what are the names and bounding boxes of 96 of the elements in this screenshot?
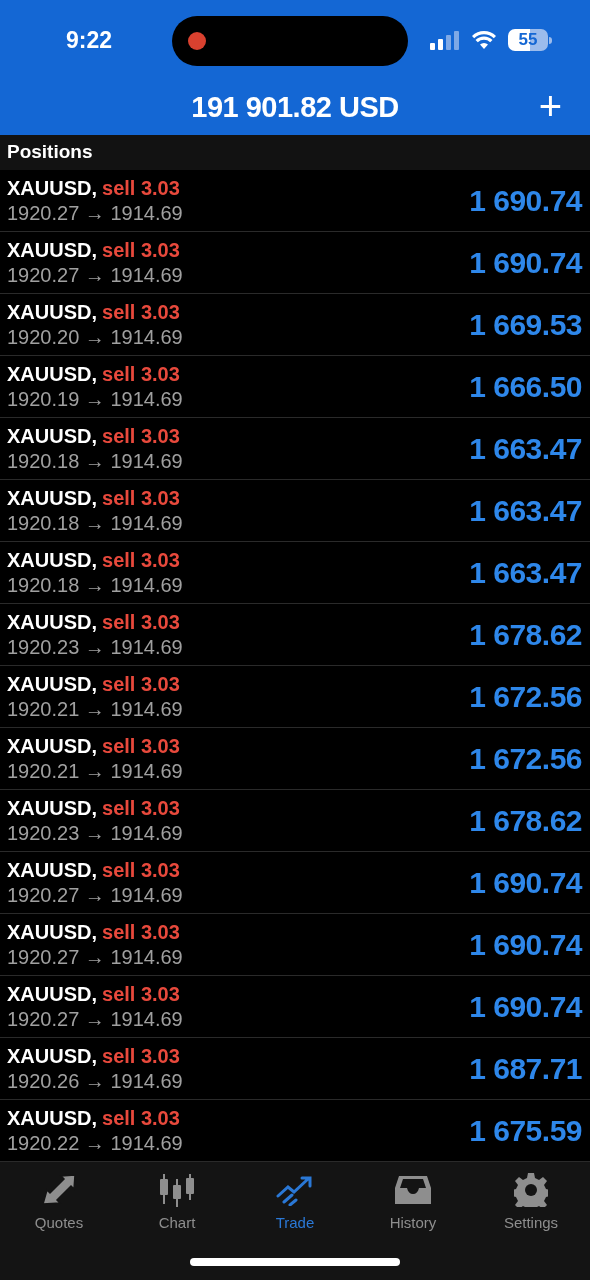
tab[interactable]: Quotes: [0, 1172, 118, 1242]
trade-side: sell 3.03: [102, 671, 180, 696]
position-row[interactable]: XAUUSD, sell 3.03 1920.27 → 1914.69 1 690.74: [0, 914, 590, 976]
profit-value: 1 663.47: [469, 431, 582, 467]
price-change: 1920.27 → 1914.69: [7, 200, 183, 226]
trade-side: sell 3.03: [102, 919, 180, 944]
profit-value: 1 690.74: [469, 927, 582, 963]
position-row[interactable]: XAUUSD, sell 3.03 1920.27 → 1914.69 1 690.74: [0, 170, 590, 232]
position-row[interactable]: XAUUSD, sell 3.03 1920.19 → 1914.69 1 666.50: [0, 356, 590, 418]
trade-side: sell 3.03: [102, 1043, 180, 1068]
price-change: 1920.18 → 1914.69: [7, 572, 183, 598]
symbol: XAUUSD,: [7, 733, 97, 758]
symbol: XAUUSD,: [7, 547, 97, 572]
symbol: XAUUSD,: [7, 237, 97, 262]
symbol: XAUUSD,: [7, 671, 97, 696]
trade-side: sell 3.03: [102, 795, 180, 820]
profit-value: 1 690.74: [469, 865, 582, 901]
symbol: XAUUSD,: [7, 1105, 97, 1130]
profit-value: 1 663.47: [469, 555, 582, 591]
price-change: 1920.27 → 1914.69: [7, 944, 183, 970]
trade-side: sell 3.03: [102, 857, 180, 882]
tab[interactable]: Trade: [236, 1172, 354, 1242]
inbox-tray-icon: [395, 1174, 431, 1206]
candlestick-icon: [159, 1173, 195, 1207]
tab[interactable]: History: [354, 1172, 472, 1242]
position-row[interactable]: XAUUSD, sell 3.03 1920.20 → 1914.69 1 669.53: [0, 294, 590, 356]
position-row[interactable]: XAUUSD, sell 3.03 1920.26 → 1914.69 1 687.71: [0, 1038, 590, 1100]
trade-side: sell 3.03: [102, 175, 180, 200]
price-change: 1920.21 → 1914.69: [7, 758, 183, 784]
price-change: 1920.26 → 1914.69: [7, 1068, 183, 1094]
price-change: 1920.27 → 1914.69: [7, 262, 183, 288]
price-change: 1920.27 → 1914.69: [7, 882, 183, 908]
price-change: 1920.18 → 1914.69: [7, 510, 183, 536]
profit-value: 1 678.62: [469, 617, 582, 653]
symbol: XAUUSD,: [7, 175, 97, 200]
profit-value: 1 675.59: [469, 1113, 582, 1149]
trade-side: sell 3.03: [102, 423, 180, 448]
price-change: 1920.20 → 1914.69: [7, 324, 183, 350]
price-change: 1920.22 → 1914.69: [7, 1130, 183, 1156]
double-arrow-icon: [41, 1174, 77, 1206]
symbol: XAUUSD,: [7, 981, 97, 1006]
symbol: XAUUSD,: [7, 609, 97, 634]
profit-value: 1 663.47: [469, 493, 582, 529]
price-change: 1920.27 → 1914.69: [7, 1006, 183, 1032]
symbol: XAUUSD,: [7, 485, 97, 510]
trade-side: sell 3.03: [102, 361, 180, 386]
symbol: XAUUSD,: [7, 423, 97, 448]
profit-value: 1 666.50: [469, 369, 582, 405]
profit-value: 1 672.56: [469, 679, 582, 715]
price-change: 1920.19 → 1914.69: [7, 386, 183, 412]
profit-value: 1 672.56: [469, 741, 582, 777]
position-row[interactable]: XAUUSD, sell 3.03 1920.27 → 1914.69 1 690.74: [0, 852, 590, 914]
profit-value: 1 690.74: [469, 989, 582, 1025]
trade-side: sell 3.03: [102, 299, 180, 324]
position-row[interactable]: XAUUSD, sell 3.03 1920.18 → 1914.69 1 663.47: [0, 418, 590, 480]
price-change: 1920.23 → 1914.69: [7, 634, 183, 660]
signal-icon: [430, 30, 460, 50]
trade-side: sell 3.03: [102, 1105, 180, 1130]
position-row[interactable]: XAUUSD, sell 3.03 1920.21 → 1914.69 1 672.56: [0, 728, 590, 790]
profit-value: 1 669.53: [469, 307, 582, 343]
trade-side: sell 3.03: [102, 547, 180, 572]
trade-side: sell 3.03: [102, 609, 180, 634]
position-row[interactable]: XAUUSD, sell 3.03 1920.18 → 1914.69 1 663.47: [0, 542, 590, 604]
position-row[interactable]: XAUUSD, sell 3.03 1920.23 → 1914.69 1 678.62: [0, 790, 590, 852]
symbol: XAUUSD,: [7, 857, 97, 882]
trade-side: sell 3.03: [102, 981, 180, 1006]
trade-side: sell 3.03: [102, 733, 180, 758]
tab[interactable]: Settings: [472, 1172, 590, 1242]
trade-side: sell 3.03: [102, 485, 180, 510]
symbol: XAUUSD,: [7, 919, 97, 944]
profit-value: 1 678.62: [469, 803, 582, 839]
symbol: XAUUSD,: [7, 299, 97, 324]
position-row[interactable]: XAUUSD, sell 3.03 1920.27 → 1914.69 1 690.74: [0, 976, 590, 1038]
add-button[interactable]: +: [538, 84, 562, 128]
status-time: 9:22: [66, 25, 114, 55]
symbol: XAUUSD,: [7, 1043, 97, 1068]
position-row[interactable]: XAUUSD, sell 3.03 1920.27 → 1914.69 1 690.74: [0, 232, 590, 294]
profit-value: 1 690.74: [469, 183, 582, 219]
battery-level: 55: [518, 29, 538, 52]
price-change: 1920.18 → 1914.69: [7, 448, 183, 474]
account-balance: 191 901.82 USD: [191, 89, 399, 125]
symbol: XAUUSD,: [7, 361, 97, 386]
price-change: 1920.21 → 1914.69: [7, 696, 183, 722]
profit-value: 1 687.71: [469, 1051, 582, 1087]
position-row[interactable]: XAUUSD, sell 3.03 1920.18 → 1914.69 1 663.47: [0, 480, 590, 542]
section-title: Positions: [7, 140, 93, 165]
tab[interactable]: Chart: [118, 1172, 236, 1242]
price-change: 1920.23 → 1914.69: [7, 820, 183, 846]
profit-value: 1 690.74: [469, 245, 582, 281]
position-row[interactable]: XAUUSD, sell 3.03 1920.21 → 1914.69 1 672.56: [0, 666, 590, 728]
trend-arrow-icon: [276, 1174, 314, 1206]
trade-side: sell 3.03: [102, 237, 180, 262]
settings-icon: [514, 1173, 548, 1207]
position-row[interactable]: XAUUSD, sell 3.03 1920.23 → 1914.69 1 678.62: [0, 604, 590, 666]
wifi-icon: [472, 31, 496, 49]
symbol: XAUUSD,: [7, 795, 97, 820]
